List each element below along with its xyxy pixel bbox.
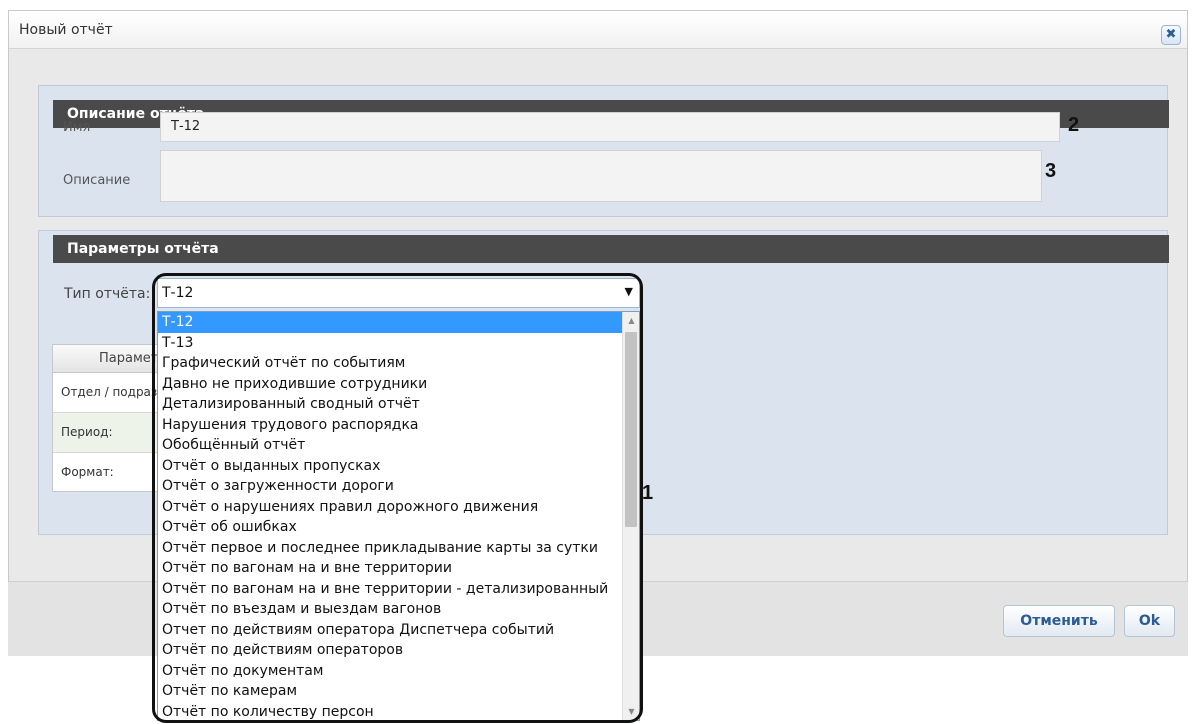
dropdown-option[interactable]: Отчёт по въездам и выездам вагонов xyxy=(158,599,622,620)
dropdown-scrollbar[interactable]: ▲ ▼ xyxy=(622,312,639,720)
params-table-header: Параметры xyxy=(53,345,161,373)
dropdown-option[interactable]: Нарушения трудового распорядка xyxy=(158,415,622,436)
dropdown-arrow-icon[interactable]: ▼ xyxy=(625,285,633,298)
scrollbar-thumb[interactable] xyxy=(625,332,637,527)
cancel-button[interactable]: Отменить xyxy=(1003,605,1115,637)
dropdown-option[interactable]: Отчёт о нарушениях правил дорожного движ… xyxy=(158,497,622,518)
dropdown-option[interactable]: Отчёт о загруженности дороги xyxy=(158,476,622,497)
description-field[interactable] xyxy=(160,150,1042,202)
dropdown-option[interactable]: Графический отчёт по событиям xyxy=(158,353,622,374)
name-field[interactable]: Т-12 xyxy=(160,112,1060,142)
dropdown-option[interactable]: Т-13 xyxy=(158,333,622,354)
dropdown-option[interactable]: Отчёт по действиям операторов xyxy=(158,640,622,661)
dropdown-option[interactable]: Детализированный сводный отчёт xyxy=(158,394,622,415)
dropdown-option[interactable]: Отчёт по количеству персон xyxy=(158,702,622,721)
dropdown-option[interactable]: Обобщённый отчёт xyxy=(158,435,622,456)
scroll-down-icon[interactable]: ▼ xyxy=(623,703,639,720)
annotation-marker-2: 2 xyxy=(1068,114,1080,136)
dialog-title: Новый отчёт xyxy=(19,22,113,38)
report-type-select[interactable]: Т-12 ▼ xyxy=(157,278,640,308)
dropdown-option[interactable]: Отчёт по вагонам на и вне территории - д… xyxy=(158,579,622,600)
dropdown-options: Т-12 Т-13 Графический отчёт по событиям … xyxy=(158,312,622,721)
name-label: Имя xyxy=(63,120,91,135)
params-table: Параметры Отдел / подразделение Период: … xyxy=(52,344,162,492)
dropdown-option[interactable]: Давно не приходившие сотрудники xyxy=(158,374,622,395)
top-strip xyxy=(0,0,1197,8)
params-row-department[interactable]: Отдел / подразделение xyxy=(53,373,161,413)
report-type-dropdown-list[interactable]: Т-12 Т-13 Графический отчёт по событиям … xyxy=(157,311,640,721)
dropdown-option[interactable]: Отчёт об ошибках xyxy=(158,517,622,538)
dropdown-option[interactable]: Отчёт о выданных пропусках xyxy=(158,456,622,477)
report-type-value: Т-12 xyxy=(162,285,194,301)
params-section-header: Параметры отчёта xyxy=(53,235,1169,263)
report-type-label: Тип отчёта: xyxy=(64,286,151,302)
ok-button[interactable]: Ok xyxy=(1124,605,1175,637)
params-row-period[interactable]: Период: xyxy=(53,413,161,453)
description-section: Описание отчёта Имя Т-12 Описание xyxy=(38,85,1169,217)
description-label: Описание xyxy=(63,173,131,188)
params-row-format[interactable]: Формат: xyxy=(53,453,161,491)
scroll-up-icon[interactable]: ▲ xyxy=(623,312,639,329)
dialog-titlebar: Новый отчёт ✖ xyxy=(9,11,1187,49)
dropdown-option[interactable]: Отчёт по вагонам на и вне территории xyxy=(158,558,622,579)
dropdown-option[interactable]: Отчёт по документам xyxy=(158,661,622,682)
dropdown-option[interactable]: Отчёт по камерам xyxy=(158,681,622,702)
annotation-marker-1: 1 xyxy=(642,482,654,504)
close-icon[interactable]: ✖ xyxy=(1161,25,1181,45)
dropdown-option[interactable]: Отчёт первое и последнее прикладывание к… xyxy=(158,538,622,559)
annotation-marker-3: 3 xyxy=(1045,160,1057,182)
dropdown-option[interactable]: Отчет по действиям оператора Диспетчера … xyxy=(158,620,622,641)
dropdown-option[interactable]: Т-12 xyxy=(158,312,622,333)
